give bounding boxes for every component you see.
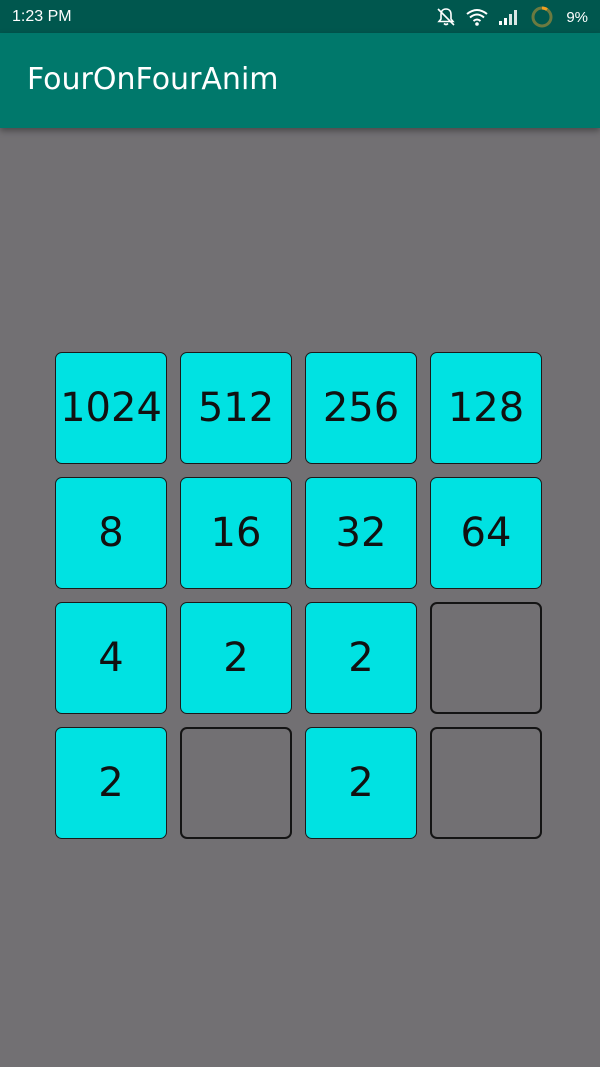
tile: 256 [305, 352, 417, 464]
tile: 1024 [55, 352, 167, 464]
tile: 2 [305, 602, 417, 714]
tile: 8 [55, 477, 167, 589]
tile: 64 [430, 477, 542, 589]
empty-cell [430, 727, 542, 839]
empty-cell [180, 727, 292, 839]
battery-ring-icon [531, 6, 553, 28]
signal-icon [499, 10, 518, 25]
tile: 32 [305, 477, 417, 589]
status-icons: 9% [436, 6, 588, 28]
empty-cell [430, 602, 542, 714]
app-bar: FourOnFourAnim [0, 33, 600, 128]
game-board[interactable]: 1024 512 256 128 8 16 32 64 4 2 2 2 2 [55, 352, 545, 842]
tile: 4 [55, 602, 167, 714]
tile: 128 [430, 352, 542, 464]
bell-off-icon [437, 8, 455, 26]
battery-percent: 9% [566, 8, 588, 26]
wifi-icon [466, 9, 488, 26]
status-bar: 1:23 PM 9% [0, 0, 600, 33]
tile: 2 [305, 727, 417, 839]
status-time: 1:23 PM [12, 8, 72, 25]
tile: 2 [180, 602, 292, 714]
app-title: FourOnFourAnim [27, 62, 279, 97]
tile: 16 [180, 477, 292, 589]
tile: 2 [55, 727, 167, 839]
tile: 512 [180, 352, 292, 464]
